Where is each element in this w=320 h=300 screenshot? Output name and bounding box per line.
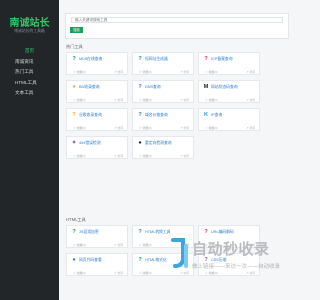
favorite-count[interactable]: ☆ 收藏(0) (205, 126, 218, 130)
tool-card[interactable]: ● 网页代码查看 ☆ 收藏(0) ↗ 访问 (66, 253, 128, 276)
section-title-hot-tools: 热门工具 (66, 44, 83, 49)
sidebar-item-html-tools[interactable]: HTML工具 (0, 78, 59, 89)
visit-link[interactable]: ↗ 访问 (114, 243, 123, 247)
tool-name[interactable]: ICP备案查询 (211, 57, 233, 62)
sidebar-item-hot-tools[interactable]: 热门工具 (0, 67, 59, 78)
tool-name[interactable]: BD收录查询 (79, 85, 99, 90)
tool-name[interactable]: HTML转换工具 (145, 230, 171, 235)
tool-card[interactable]: ? 短网址生成器 ☆ 收藏(0) ↗ 访问 (132, 52, 194, 75)
sidebar-item-home[interactable]: 首页 (0, 46, 59, 57)
visit-link[interactable]: ↗ 访问 (180, 98, 189, 102)
tool-icon: ● (72, 84, 76, 90)
tool-card[interactable]: ? 域名价格查询 ☆ 收藏(0) ↗ 访问 (132, 108, 194, 131)
visit-link[interactable]: ↗ 访问 (114, 98, 123, 102)
tool-card[interactable]: ? DNS查询 ☆ 收藏(0) ↗ 访问 (132, 80, 194, 103)
watermark-title: 自动秒收录 (192, 241, 270, 258)
tool-name[interactable]: IP查询 (211, 113, 222, 118)
visit-link[interactable]: ↗ 访问 (246, 126, 255, 130)
tool-name[interactable]: 网页代码查看 (79, 258, 102, 263)
visit-link[interactable]: ↗ 访问 (114, 271, 123, 275)
search-button[interactable]: 搜索 (70, 27, 83, 33)
tool-icon: M (203, 84, 209, 90)
favorite-count[interactable]: ☆ 收藏(0) (205, 98, 218, 102)
tool-icon: ? (72, 56, 76, 62)
visit-link[interactable]: ↗ 访问 (114, 154, 123, 158)
favorite-count[interactable]: ☆ 收藏(0) (73, 70, 86, 74)
tool-card[interactable]: ● BD收录查询 ☆ 收藏(0) ↗ 访问 (66, 80, 128, 103)
favorite-count[interactable]: ☆ 收藏(0) (73, 98, 86, 102)
tool-name[interactable]: HTML格式化 (145, 258, 167, 263)
search-input[interactable] (71, 17, 283, 23)
tool-icon: ? (72, 112, 76, 118)
favorite-count[interactable]: ☆ 收藏(0) (73, 243, 86, 247)
tool-card[interactable]: ? JS混淆加密 ☆ 收藏(0) ↗ 访问 (66, 225, 128, 248)
favorite-count[interactable]: ☆ 收藏(0) (139, 243, 152, 247)
tool-card[interactable]: ? 谷歌收录查询 ☆ 收藏(0) ↗ 访问 (66, 108, 128, 131)
watermark-logo-icon (171, 238, 188, 268)
favorite-count[interactable]: ☆ 收藏(0) (73, 271, 86, 275)
tool-icon: ? (138, 112, 142, 118)
tool-card[interactable]: ? MD5在线查询 ☆ 收藏(0) ↗ 访问 (66, 52, 128, 75)
sidebar-item-text-tools[interactable]: 文本工具 (0, 88, 59, 99)
tool-name[interactable]: 域名价格查询 (145, 113, 168, 118)
visit-link[interactable]: ↗ 访问 (180, 154, 189, 158)
site-subtitle: 南诚站长的工具箱 (14, 29, 45, 33)
sidebar: 南诚站长 南诚站长的工具箱 首页 南诚资讯 热门工具 HTML工具 文本工具 (0, 0, 59, 300)
tool-name[interactable]: 404错误检测 (79, 141, 101, 146)
section-title-html-tools: HTML工具 (66, 217, 86, 222)
tool-name[interactable]: JS混淆加密 (79, 230, 99, 235)
favorite-count[interactable]: ☆ 收藏(0) (139, 271, 152, 275)
tool-icon: ? (72, 229, 76, 235)
tool-icon: K (204, 112, 208, 118)
tool-card[interactable]: ● 重定向检测查询 ☆ 收藏(0) ↗ 访问 (132, 136, 194, 159)
sidebar-nav: 首页 南诚资讯 热门工具 HTML工具 文本工具 (0, 46, 59, 99)
tool-icon: ? (138, 56, 142, 62)
visit-link[interactable]: ↗ 访问 (180, 126, 189, 130)
tool-name[interactable]: 重定向检测查询 (145, 141, 172, 146)
favorite-count[interactable]: ☆ 收藏(0) (73, 154, 86, 158)
visit-link[interactable]: ↗ 访问 (180, 70, 189, 74)
tool-name[interactable]: 谷歌收录查询 (79, 113, 102, 118)
tool-card[interactable]: K IP查询 ☆ 收藏(0) ↗ 访问 (198, 108, 260, 131)
favorite-count[interactable]: ☆ 收藏(0) (139, 70, 152, 74)
tool-card[interactable]: M 网站状态码查询 ☆ 收藏(0) ↗ 访问 (198, 80, 260, 103)
visit-link[interactable]: ↗ 访问 (114, 126, 123, 130)
visit-link[interactable]: ↗ 访问 (114, 70, 123, 74)
tool-icon: ? (138, 84, 142, 90)
tool-icon: ? (138, 257, 142, 263)
tool-icon: ? (204, 56, 208, 62)
tool-icon: ● (72, 257, 76, 263)
favorite-count[interactable]: ☆ 收藏(0) (205, 70, 218, 74)
tool-name[interactable]: 网站状态码查询 (211, 85, 238, 90)
favorite-count[interactable]: ☆ 收藏(0) (139, 98, 152, 102)
visit-link[interactable]: ↗ 访问 (246, 70, 255, 74)
visit-link[interactable]: ↗ 访问 (246, 98, 255, 102)
tool-name[interactable]: 短网址生成器 (145, 57, 168, 62)
tool-name[interactable]: DNS查询 (145, 85, 161, 90)
sidebar-item-news[interactable]: 南诚资讯 (0, 57, 59, 68)
watermark-subtitle: 做上链接——来访一次——自动收录 (192, 264, 281, 270)
search-panel: 搜索 (65, 13, 289, 39)
tool-icon: ? (138, 229, 142, 235)
favorite-count[interactable]: ☆ 收藏(0) (139, 154, 152, 158)
tool-card[interactable]: ✦ 404错误检测 ☆ 收藏(0) ↗ 访问 (66, 136, 128, 159)
tool-name[interactable]: MD5在线查询 (79, 57, 102, 62)
watermark: 自动秒收录 做上链接——来访一次——自动收录 (170, 234, 295, 280)
favorite-count[interactable]: ☆ 收藏(0) (139, 126, 152, 130)
tool-card[interactable]: ? ICP备案查询 ☆ 收藏(0) ↗ 访问 (198, 52, 260, 75)
tool-icon: ✦ (71, 140, 77, 146)
favorite-count[interactable]: ☆ 收藏(0) (73, 126, 86, 130)
tool-icon: ● (138, 140, 142, 146)
site-logo-title[interactable]: 南诚站长 (0, 14, 59, 29)
